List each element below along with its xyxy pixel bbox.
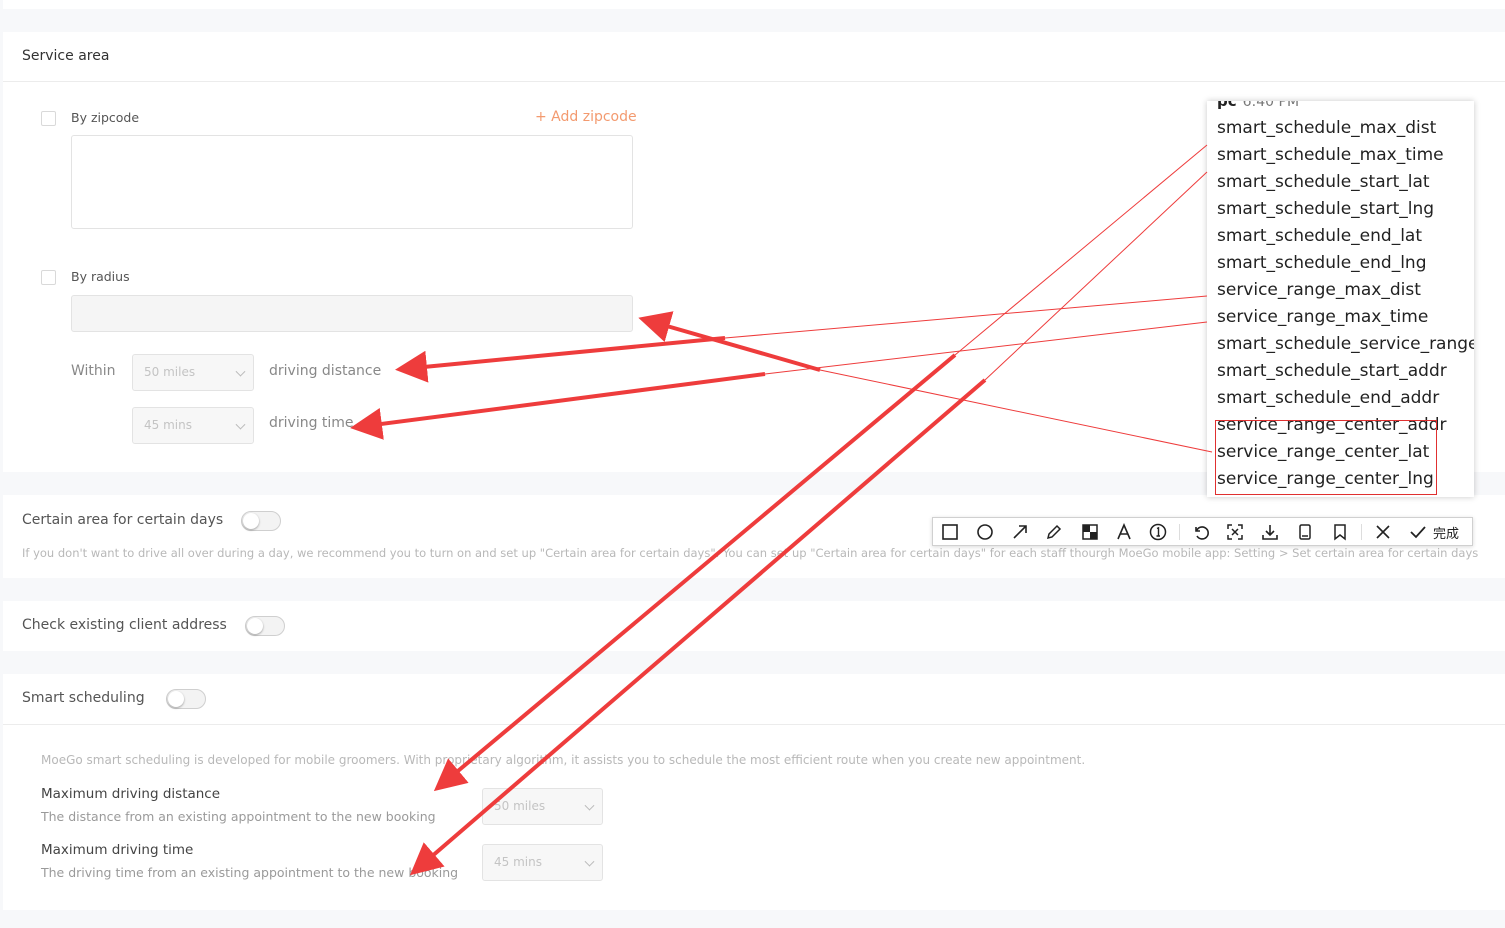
- field-item: service_range_max_dist: [1217, 280, 1421, 300]
- smart-scheduling-divider: [3, 724, 1505, 725]
- time-suffix: driving time: [269, 415, 354, 431]
- highlight-box: [1215, 420, 1437, 495]
- rectangle-icon[interactable]: [939, 521, 961, 543]
- number-icon[interactable]: [1147, 521, 1169, 543]
- field-item: smart_schedule_max_time: [1217, 145, 1444, 165]
- circle-icon[interactable]: [974, 521, 996, 543]
- chevron-down-icon: [235, 366, 246, 377]
- popup-header-name: pc: [1217, 101, 1237, 110]
- chevron-down-icon: [584, 856, 595, 867]
- field-item: smart_schedule_service_range: [1217, 334, 1474, 354]
- popup-header-time: 6:40 PM: [1242, 101, 1300, 110]
- radius-label: By radius: [71, 269, 130, 284]
- max-distance-desc: The distance from an existing appointmen…: [41, 809, 436, 824]
- popup-header: pc 6:40 PM: [1217, 101, 1299, 110]
- mosaic-icon[interactable]: [1079, 521, 1101, 543]
- annotation-toolbar: 完成: [932, 517, 1473, 546]
- pencil-icon[interactable]: [1043, 521, 1065, 543]
- chevron-down-icon: [584, 800, 595, 811]
- bookmark-icon[interactable]: [1329, 521, 1351, 543]
- smart-scheduling-description: MoeGo smart scheduling is developed for …: [41, 753, 1086, 767]
- check-address-card: Check existing client address: [3, 601, 1505, 651]
- distance-select-value: 50 miles: [144, 365, 196, 379]
- toggle-knob: [243, 513, 259, 529]
- zipcode-checkbox[interactable]: [41, 111, 56, 126]
- smart-scheduling-toggle[interactable]: [166, 689, 206, 709]
- certain-area-title: Certain area for certain days: [22, 512, 224, 528]
- field-item: smart_schedule_start_lng: [1217, 199, 1435, 219]
- max-time-value: 45 mins: [494, 855, 542, 869]
- service-area-divider: [3, 81, 1505, 82]
- close-icon[interactable]: [1372, 521, 1394, 543]
- toolbar-separator: [1361, 524, 1362, 540]
- certain-area-description: If you don't want to drive all over duri…: [22, 546, 1479, 560]
- radius-checkbox[interactable]: [41, 270, 56, 285]
- field-item: service_range_max_time: [1217, 307, 1429, 327]
- undo-icon[interactable]: [1190, 521, 1212, 543]
- max-distance-value: 50 miles: [494, 799, 546, 813]
- top-strip: [3, 0, 1505, 9]
- max-distance-select[interactable]: 50 miles: [482, 788, 603, 825]
- check-address-toggle[interactable]: [245, 616, 285, 636]
- toggle-knob: [168, 691, 184, 707]
- within-label: Within: [71, 363, 116, 379]
- max-distance-title: Maximum driving distance: [41, 786, 221, 802]
- add-zipcode-link[interactable]: + Add zipcode: [535, 109, 637, 125]
- check-address-title: Check existing client address: [22, 617, 227, 633]
- toggle-knob: [247, 618, 263, 634]
- done-button[interactable]: 完成: [1433, 523, 1459, 542]
- toolbar-separator: [1179, 524, 1180, 540]
- text-icon[interactable]: [1113, 521, 1135, 543]
- smart-scheduling-title: Smart scheduling: [22, 690, 145, 706]
- time-select[interactable]: 45 mins: [132, 407, 254, 444]
- field-item: smart_schedule_end_addr: [1217, 388, 1440, 408]
- radius-address-input[interactable]: [71, 295, 633, 332]
- field-item: smart_schedule_end_lng: [1217, 253, 1427, 273]
- pin-icon[interactable]: [1294, 521, 1316, 543]
- field-item: smart_schedule_max_dist: [1217, 118, 1437, 138]
- zipcode-textarea[interactable]: [71, 135, 633, 229]
- chevron-down-icon: [235, 419, 246, 430]
- download-icon[interactable]: [1259, 521, 1281, 543]
- max-time-select[interactable]: 45 mins: [482, 844, 603, 881]
- distance-suffix: driving distance: [269, 363, 382, 379]
- field-item: smart_schedule_start_lat: [1217, 172, 1430, 192]
- check-icon[interactable]: [1407, 521, 1429, 543]
- max-time-desc: The driving time from an existing appoin…: [41, 865, 459, 880]
- distance-select[interactable]: 50 miles: [132, 354, 254, 391]
- zipcode-label: By zipcode: [71, 110, 140, 125]
- ocr-icon[interactable]: [1224, 521, 1246, 543]
- max-time-title: Maximum driving time: [41, 842, 194, 858]
- service-area-title: Service area: [22, 48, 110, 64]
- field-item: smart_schedule_end_lat: [1217, 226, 1423, 246]
- arrow-icon[interactable]: [1009, 521, 1031, 543]
- field-item: smart_schedule_start_addr: [1217, 361, 1447, 381]
- time-select-value: 45 mins: [144, 418, 192, 432]
- smart-scheduling-card: Smart scheduling MoeGo smart scheduling …: [3, 674, 1505, 910]
- certain-area-toggle[interactable]: [241, 511, 281, 531]
